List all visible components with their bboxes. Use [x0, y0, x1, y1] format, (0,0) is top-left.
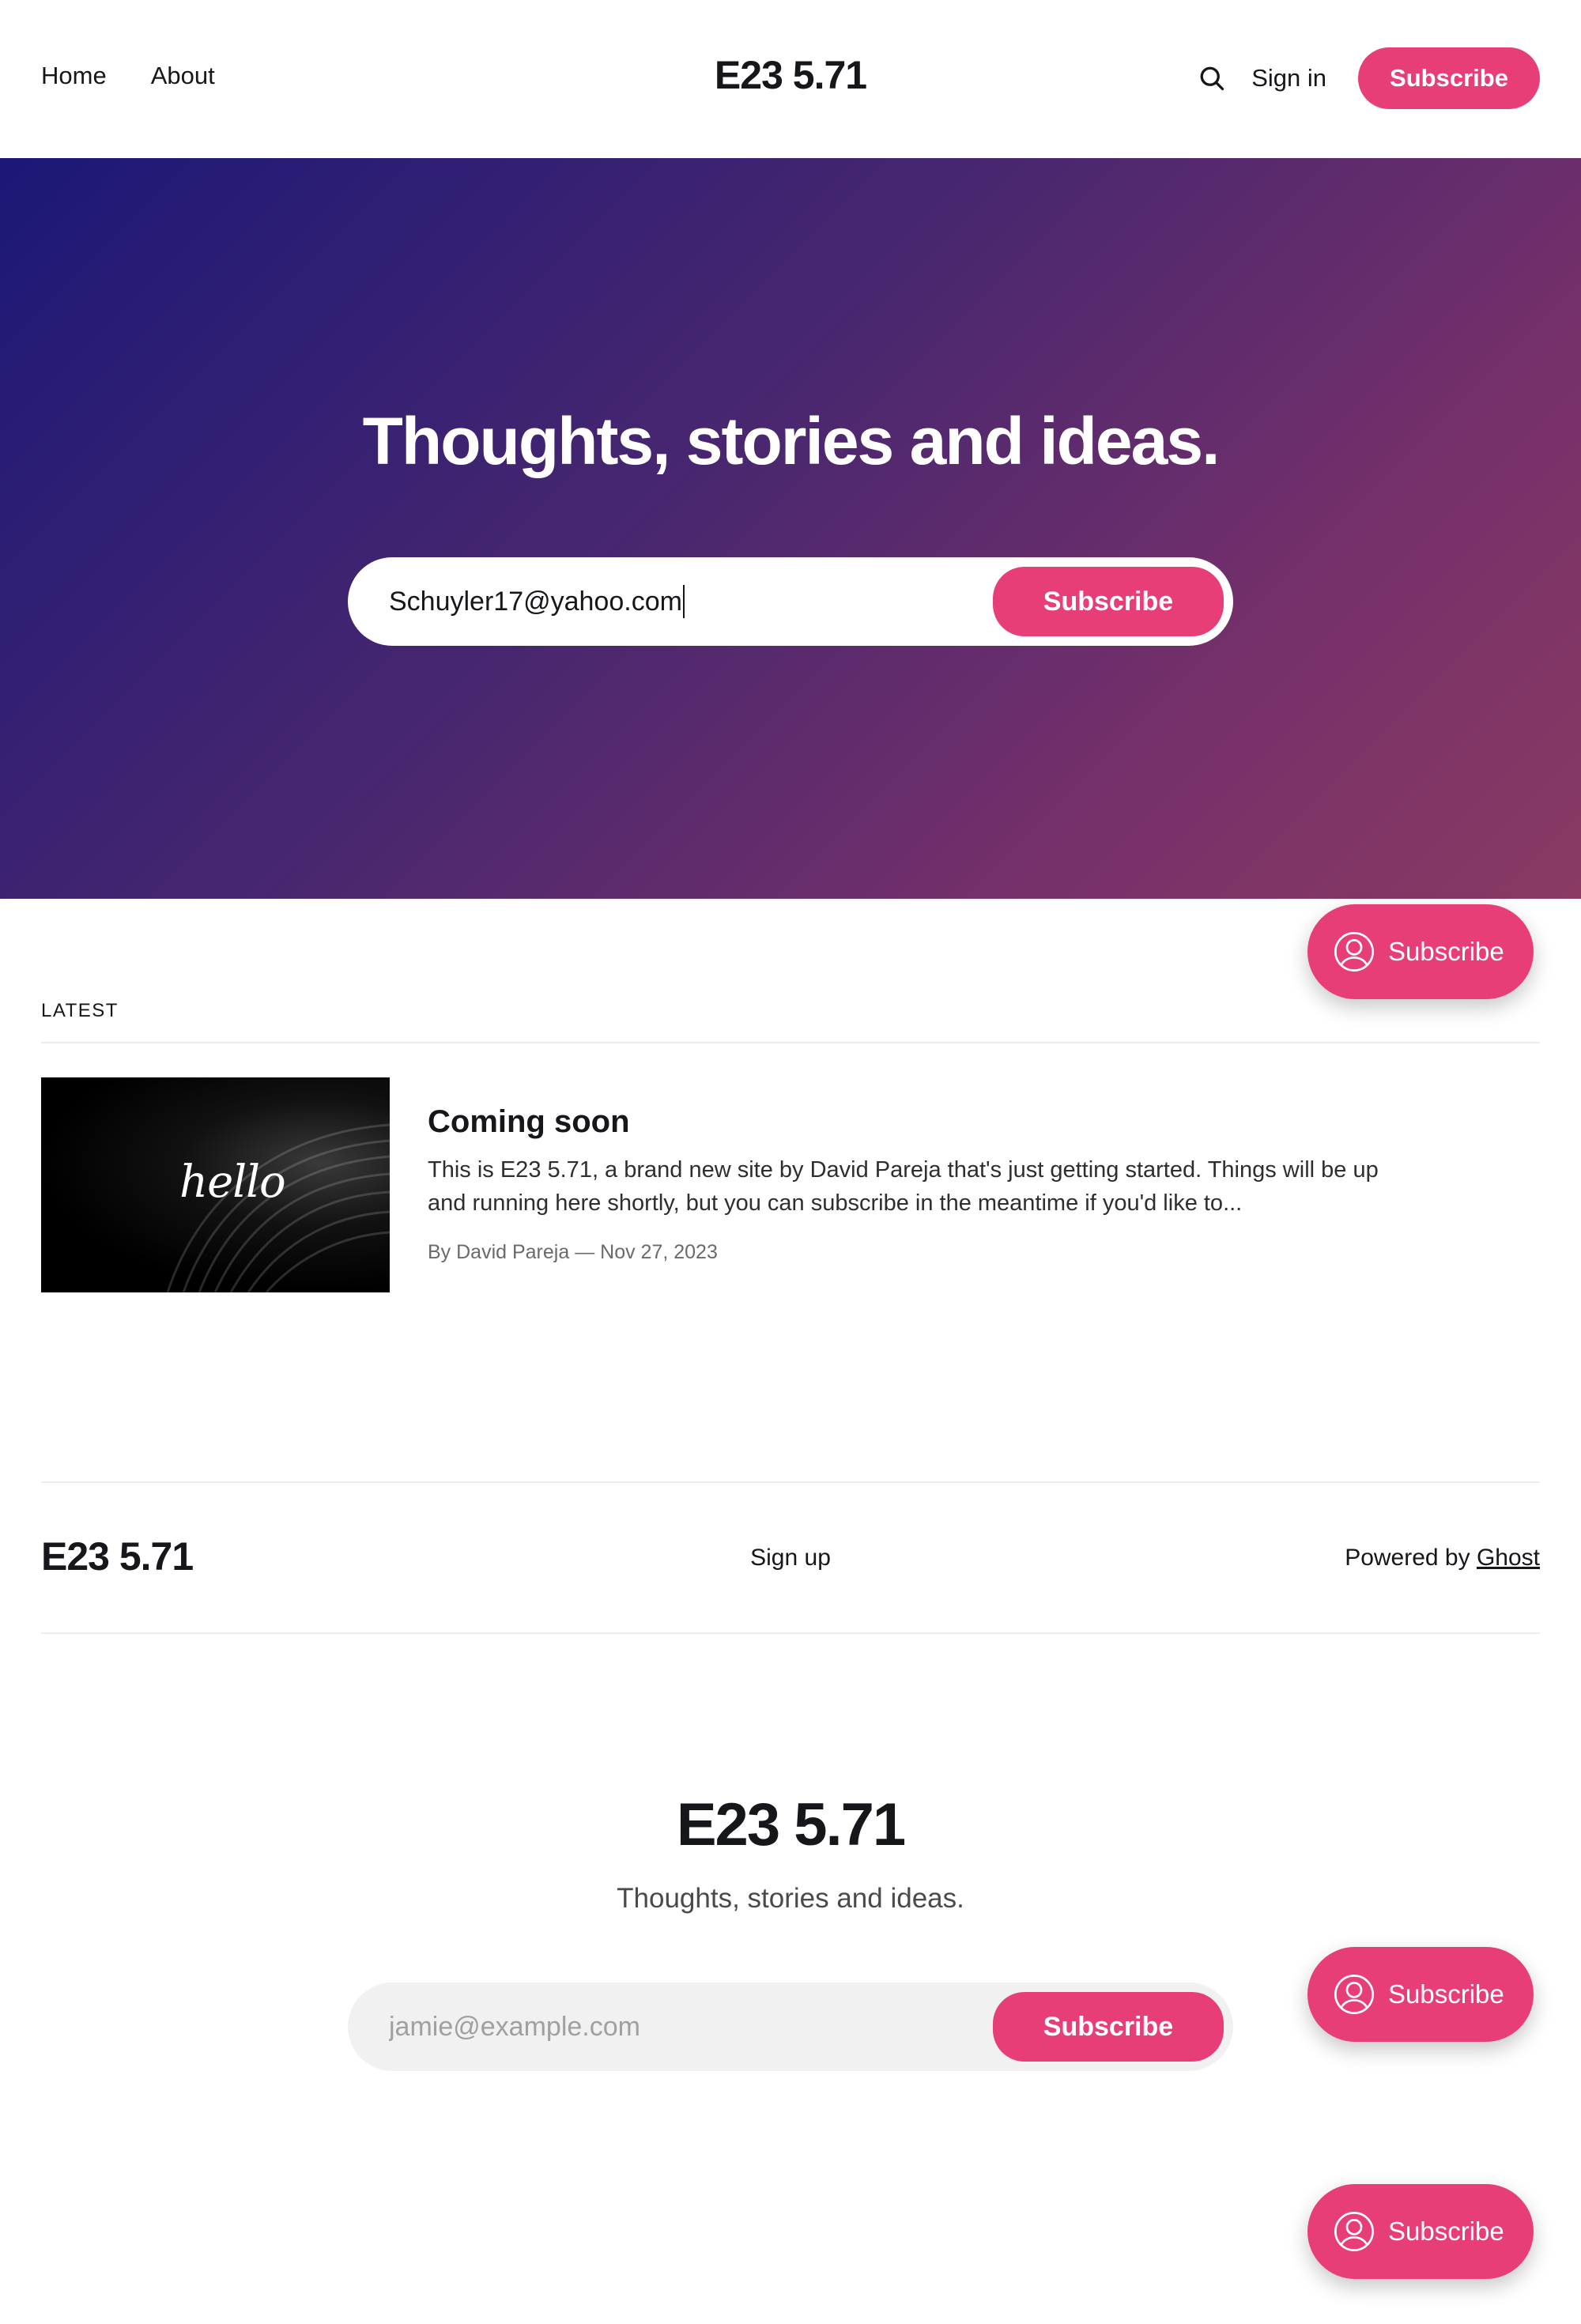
hero-email-input[interactable]: Schuyler17@yahoo.com — [389, 557, 942, 646]
portal-subscribe-label: Subscribe — [1388, 937, 1504, 966]
post-title[interactable]: Coming soon — [428, 1104, 630, 1140]
user-circle-icon — [1334, 1975, 1374, 2014]
footer-divider-top — [41, 1481, 1540, 1483]
hero-email-value: Schuyler17@yahoo.com — [389, 586, 682, 617]
footer-divider-bottom — [41, 1632, 1540, 1634]
hero-section: Thoughts, stories and ideas. Schuyler17@… — [0, 158, 1581, 899]
text-caret — [682, 585, 685, 618]
portal-subscribe-button[interactable]: Subscribe — [1307, 904, 1534, 999]
portal-subscribe-button[interactable]: Subscribe — [1307, 2184, 1534, 2279]
post-excerpt: This is E23 5.71, a brand new site by Da… — [428, 1157, 1379, 1216]
user-circle-icon — [1334, 932, 1374, 971]
thumbnail-hello-text: hello — [179, 1156, 286, 1208]
hero-subscribe-form: Schuyler17@yahoo.com Subscribe — [348, 557, 1233, 646]
powered-by: Powered by Ghost — [1345, 1545, 1540, 1571]
cta-subscribe-form: Subscribe — [348, 1983, 1233, 2071]
portal-subscribe-label: Subscribe — [1388, 1979, 1504, 2009]
cta-site-title: E23 5.71 — [676, 1791, 906, 1858]
site-header: Home About E23 5.71 Sign in Subscribe — [0, 0, 1581, 158]
ghost-link[interactable]: Ghost — [1477, 1545, 1540, 1571]
hero-title: Thoughts, stories and ideas. — [362, 404, 1221, 478]
cta-email-input[interactable] — [389, 1983, 942, 2071]
latest-section-label: LATEST — [41, 1000, 119, 1021]
search-icon — [1200, 66, 1224, 91]
section-divider — [41, 1042, 1540, 1043]
post-card[interactable]: hello Coming soon This is E23 5.71, a br… — [41, 1077, 1540, 1292]
search-button[interactable] — [1188, 55, 1236, 102]
sign-in-link[interactable]: Sign in — [1251, 64, 1326, 92]
cta-subtitle: Thoughts, stories and ideas. — [617, 1883, 964, 1914]
cta-subscribe-button[interactable]: Subscribe — [993, 1992, 1224, 2062]
hero-subscribe-button[interactable]: Subscribe — [993, 567, 1224, 636]
header-actions: Sign in Subscribe — [1188, 47, 1540, 109]
powered-by-prefix: Powered by — [1345, 1545, 1477, 1571]
post-thumbnail[interactable]: hello — [41, 1077, 390, 1292]
header-subscribe-button[interactable]: Subscribe — [1358, 47, 1540, 109]
portal-subscribe-button[interactable]: Subscribe — [1307, 1947, 1534, 2042]
post-meta: By David Pareja — Nov 27, 2023 — [428, 1241, 718, 1263]
footer-sign-up-link[interactable]: Sign up — [0, 1545, 1581, 1571]
portal-subscribe-label: Subscribe — [1388, 2216, 1504, 2246]
user-circle-icon — [1334, 2212, 1374, 2251]
